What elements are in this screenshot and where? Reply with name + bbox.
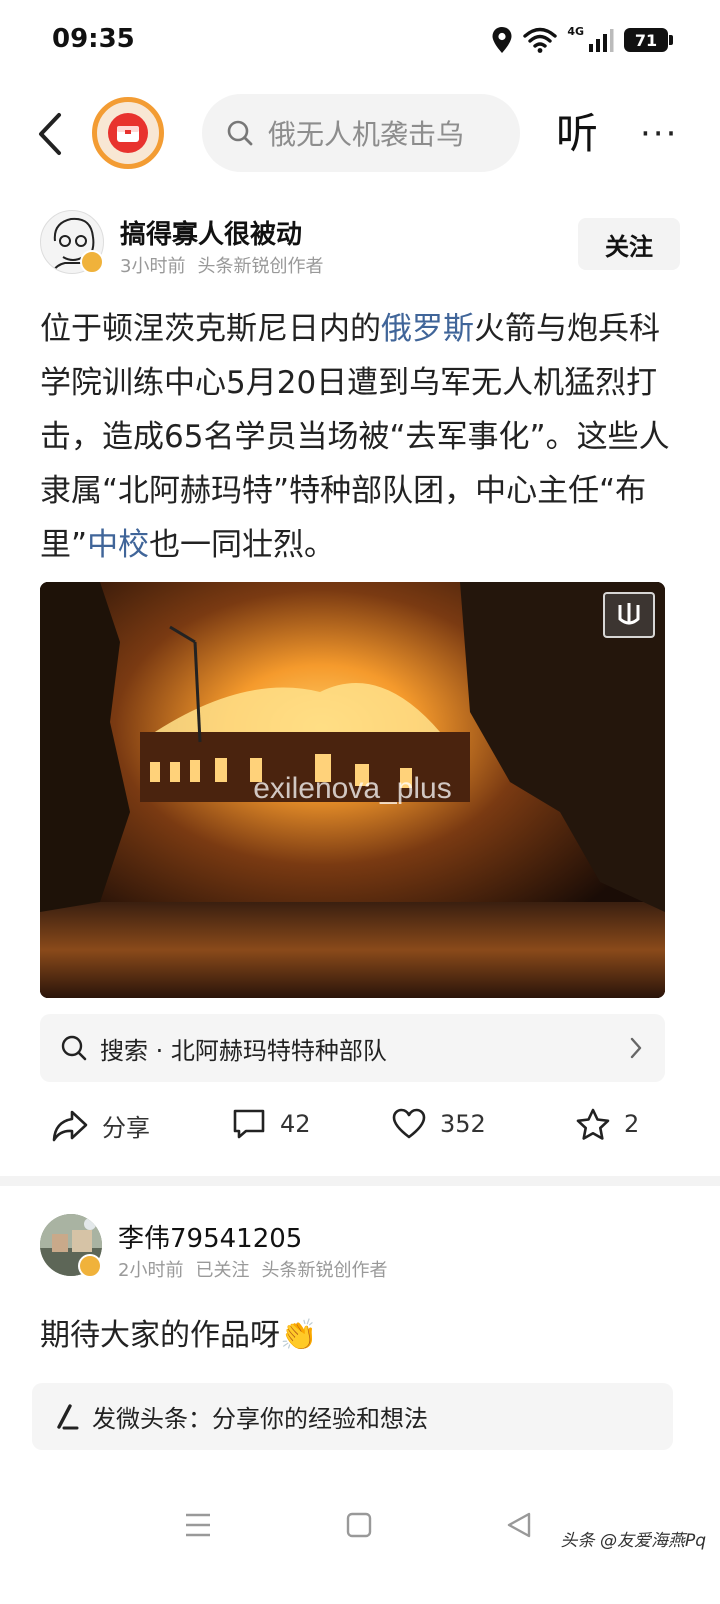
creator-badge-icon	[78, 1254, 102, 1278]
chevron-left-icon	[39, 113, 61, 155]
creator-badge-icon	[80, 250, 104, 274]
search-placeholder: 俄无人机袭击乌	[268, 118, 465, 151]
wifi-icon	[523, 27, 558, 53]
related-search-bar[interactable]: 搜索 · 北阿赫玛特特种部队	[40, 1014, 665, 1082]
heart-icon	[392, 1108, 426, 1139]
battery-indicator: 71	[624, 28, 673, 52]
share-button[interactable]: 分享	[52, 1108, 150, 1143]
app-logo[interactable]	[92, 97, 164, 169]
post-time: 3小时前	[120, 256, 186, 277]
related-search-label: 搜索 · 北阿赫玛特特种部队	[100, 1036, 387, 1065]
article-link-russia[interactable]: 俄罗斯	[381, 311, 474, 347]
home-icon[interactable]	[346, 1512, 372, 1538]
search-input[interactable]: 俄无人机袭击乌	[202, 94, 520, 172]
article-link-colonel[interactable]: 中校	[87, 527, 149, 563]
image-watermark: exilenova_plus	[253, 772, 452, 805]
article-part-3: 也一同壮烈。	[149, 527, 336, 563]
comment-author-block: 李伟79541205 2小时前 已关注 头条新锐创作者	[40, 1214, 680, 1284]
commenter-name[interactable]: 李伟79541205	[118, 1218, 302, 1255]
expand-icon[interactable]	[603, 592, 655, 638]
star-icon	[576, 1108, 610, 1140]
follow-status: 已关注	[195, 1260, 250, 1281]
chevron-right-icon	[630, 1037, 642, 1059]
comment-text: 期待大家的作品呀👏	[40, 1318, 318, 1353]
author-tag: 头条新锐创作者	[197, 256, 324, 277]
share-label: 分享	[102, 1114, 150, 1142]
article-part-2: 火箭与炮兵科学院训练中心5月20日遭到乌军无人机猛烈打击，造成65名学员当场被“…	[40, 311, 670, 563]
network-type: 4G	[567, 25, 584, 38]
comment-button[interactable]: 42	[232, 1108, 311, 1140]
post-composer[interactable]: 发微头条：分享你的经验和想法	[32, 1383, 673, 1450]
search-icon	[227, 120, 253, 146]
status-icons: 4G 71	[491, 24, 673, 56]
top-nav: 俄无人机袭击乌 听 ···	[0, 92, 720, 176]
article-image[interactable]: exilenova_plus	[40, 582, 665, 998]
author-block: 搞得寡人很被动 3小时前 头条新锐创作者 关注	[40, 210, 680, 288]
menu-icon[interactable]	[185, 1512, 211, 1538]
article-part-1: 位于顿涅茨克斯尼日内的	[40, 311, 381, 347]
like-count: 352	[440, 1110, 486, 1138]
favorite-button[interactable]: 2	[576, 1108, 639, 1140]
toutiao-logo-icon	[108, 113, 148, 153]
author-name[interactable]: 搞得寡人很被动	[120, 214, 302, 251]
comment-count: 42	[280, 1110, 311, 1138]
status-time: 09:35	[52, 24, 135, 54]
back-button[interactable]	[28, 106, 72, 162]
favorite-count: 2	[624, 1110, 640, 1138]
comment-icon	[233, 1109, 265, 1139]
share-icon	[52, 1110, 88, 1141]
section-divider	[0, 1176, 720, 1186]
signal-icon	[589, 29, 614, 52]
commenter-tag: 头条新锐创作者	[261, 1260, 388, 1281]
post-composer-label: 发微头条：分享你的经验和想法	[92, 1405, 428, 1433]
author-meta: 3小时前 头条新锐创作者	[120, 252, 323, 278]
like-button[interactable]: 352	[392, 1108, 486, 1140]
more-options-button[interactable]: ···	[640, 114, 678, 154]
listen-button[interactable]: 听	[556, 106, 598, 162]
action-bar: 分享 42 352 2	[0, 1100, 720, 1156]
comment-time: 2小时前	[118, 1260, 184, 1281]
follow-button[interactable]: 关注	[578, 218, 680, 270]
location-icon	[492, 27, 512, 53]
article-text: 位于顿涅茨克斯尼日内的俄罗斯火箭与炮兵科学院训练中心5月20日遭到乌军无人机猛烈…	[40, 302, 680, 572]
search-icon	[61, 1035, 87, 1061]
source-credit: 头条 @友爱海燕Pq	[560, 1531, 706, 1551]
comment-meta: 2小时前 已关注 头条新锐创作者	[118, 1256, 387, 1282]
back-triangle-icon[interactable]	[506, 1512, 532, 1538]
status-bar: 09:35 4G 71	[0, 0, 720, 80]
pen-icon	[57, 1403, 79, 1429]
